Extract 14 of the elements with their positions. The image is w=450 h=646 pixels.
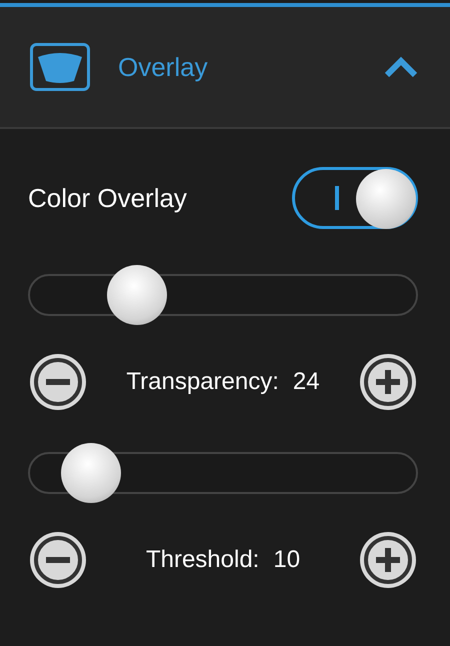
- control-label: Transparency:: [126, 368, 279, 396]
- slider[interactable]: [28, 265, 418, 325]
- increase-button[interactable]: [358, 530, 418, 590]
- toggle-label: Color Overlay: [28, 182, 187, 214]
- section-title: Overlay: [118, 52, 209, 82]
- decrease-button[interactable]: [28, 352, 88, 412]
- slider[interactable]: [28, 443, 418, 503]
- control-value: 10: [273, 546, 300, 574]
- increase-button[interactable]: [358, 352, 418, 412]
- control-value: 24: [292, 368, 320, 396]
- decrease-button[interactable]: [28, 530, 88, 590]
- collapse-button[interactable]: [384, 56, 418, 78]
- ultrasound-icon: [30, 43, 90, 91]
- control-label: Threshold:: [146, 546, 260, 574]
